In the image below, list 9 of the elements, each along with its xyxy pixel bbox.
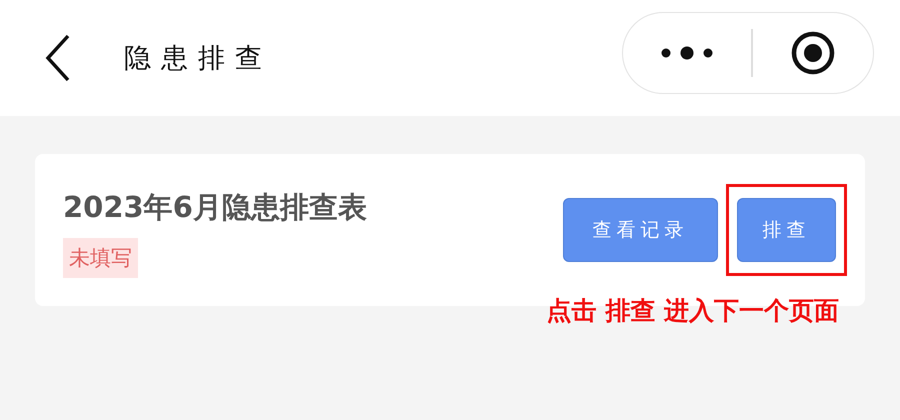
records-button[interactable]: 查看记录 xyxy=(563,198,718,262)
annotation-text: 点击 排查 进入下一个页面 xyxy=(546,295,839,327)
page-title: 隐患排查 xyxy=(124,42,272,76)
back-icon[interactable] xyxy=(44,34,72,82)
check-button[interactable]: 排查 xyxy=(737,198,836,262)
more-icon[interactable] xyxy=(660,46,714,60)
close-icon[interactable] xyxy=(790,30,836,76)
task-title: 2023年6月隐患排查表 xyxy=(63,189,367,226)
status-tag: 未填写 xyxy=(63,238,138,278)
